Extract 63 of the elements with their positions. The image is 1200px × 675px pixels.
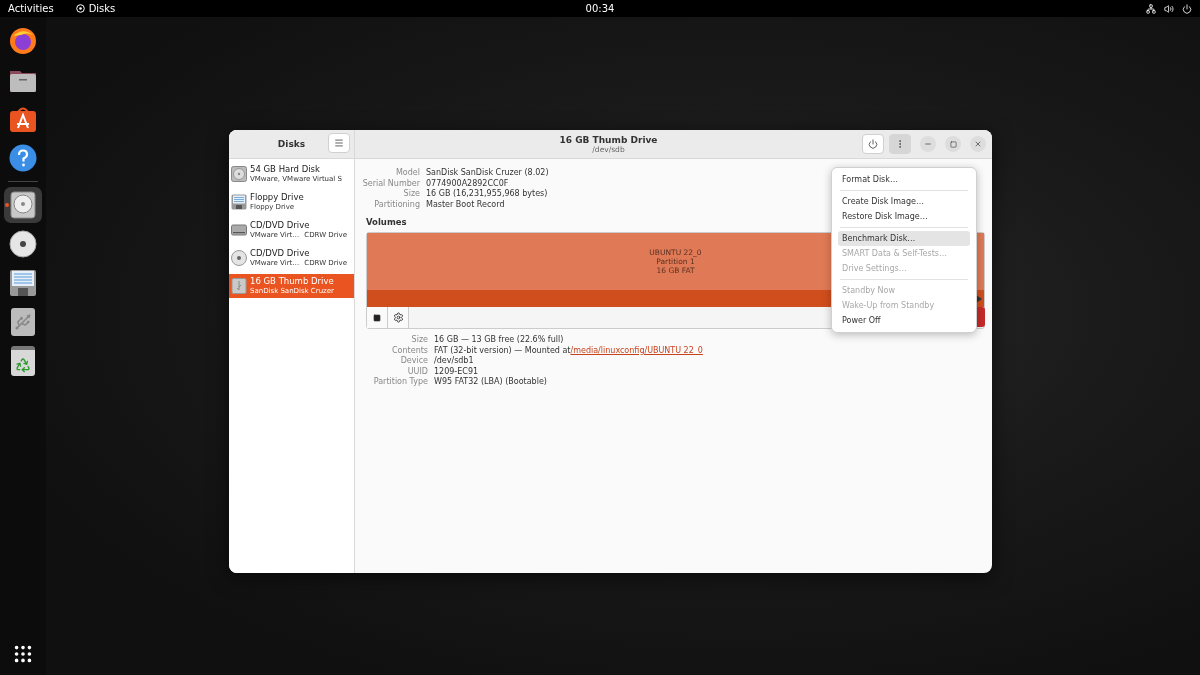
info-label: Partition Type — [373, 377, 428, 388]
info-label: Model — [395, 168, 420, 179]
info-label: Size — [411, 335, 428, 346]
power-icon — [868, 139, 878, 149]
menu-icon — [334, 138, 344, 148]
menu-item[interactable]: Create Disk Image… — [838, 194, 970, 209]
activities-button[interactable]: Activities — [8, 3, 54, 14]
info-value: W95 FAT32 (LBA) (Bootable) — [434, 377, 547, 388]
info-label: Serial Number — [362, 178, 420, 189]
unmount-button[interactable] — [367, 307, 388, 328]
menu-item[interactable]: Restore Disk Image… — [838, 209, 970, 224]
close-button[interactable] — [970, 136, 986, 152]
sidebar-title: Disks — [277, 139, 306, 149]
info-label: UUID — [407, 366, 428, 377]
info-value: 0774900A2892CC0F — [426, 178, 509, 189]
menu-item[interactable]: Format Disk… — [838, 172, 970, 187]
volume-icon[interactable] — [1164, 3, 1174, 14]
info-value: SanDisk SanDisk Cruzer (8.02) — [426, 168, 549, 179]
menu-item: Drive Settings… — [841, 263, 908, 275]
info-label: Device — [400, 356, 428, 367]
info-value: FAT (32-bit version) — Mounted at — [434, 345, 571, 356]
trash-icon[interactable] — [11, 346, 35, 376]
window-title: 16 GB Thumb Drive — [559, 134, 658, 145]
info-value: 1209-EC91 — [434, 366, 479, 377]
usb-drive-icon — [231, 278, 247, 294]
app-name: Disks — [88, 3, 116, 14]
info-label: Contents — [392, 345, 428, 356]
network-icon[interactable] — [1146, 3, 1156, 14]
app-grid-icon[interactable] — [12, 643, 34, 665]
mount-link[interactable]: /media/linuxconfig/UBUNTU 22_0 — [570, 345, 703, 356]
info-value: 16 GB — 13 GB free (22.6% full) — [434, 335, 564, 346]
drive-name: 16 GB Thumb Drive — [250, 276, 334, 287]
info-value: Master Boot Record — [426, 199, 505, 210]
drive-name: CD/DVD Drive — [250, 248, 311, 259]
info-value: /dev/sdb1 — [434, 356, 474, 367]
menu-item[interactable]: Benchmark Disk… — [838, 231, 970, 246]
power-off-button[interactable] — [862, 134, 884, 154]
info-label: Partitioning — [374, 199, 420, 210]
gear-icon — [392, 312, 404, 323]
info-value: 16 GB (16,231,955,968 bytes) — [426, 189, 548, 200]
drive-name: 54 GB Hard Disk — [250, 164, 321, 175]
disc-icon[interactable] — [9, 230, 37, 258]
menu-item: SMART Data & Self-Tests… — [841, 248, 948, 260]
dock-item-highlight[interactable] — [4, 187, 42, 223]
browser-icon[interactable] — [9, 27, 37, 55]
drive-name: Floppy Drive — [250, 192, 304, 203]
power-icon[interactable] — [1182, 3, 1192, 14]
close-icon — [974, 140, 982, 148]
info-label: Size — [403, 189, 420, 200]
minimize-icon — [924, 140, 932, 148]
app-menu[interactable]: Disks — [75, 3, 116, 14]
settings-button[interactable] — [388, 307, 409, 328]
drive-name: CD/DVD Drive — [250, 220, 311, 231]
maximize-icon — [949, 140, 957, 148]
shopping-bag-icon[interactable] — [9, 105, 37, 133]
menu-item[interactable]: Power Off — [838, 313, 970, 328]
menu-item: Standby Now — [841, 285, 897, 297]
stop-icon — [373, 313, 381, 322]
disks-icon — [75, 4, 85, 13]
help-icon[interactable] — [9, 144, 37, 172]
optical-drive-icon — [231, 222, 247, 238]
clock[interactable]: 00:34 — [585, 3, 615, 14]
volumes-heading: Volumes — [366, 217, 408, 227]
